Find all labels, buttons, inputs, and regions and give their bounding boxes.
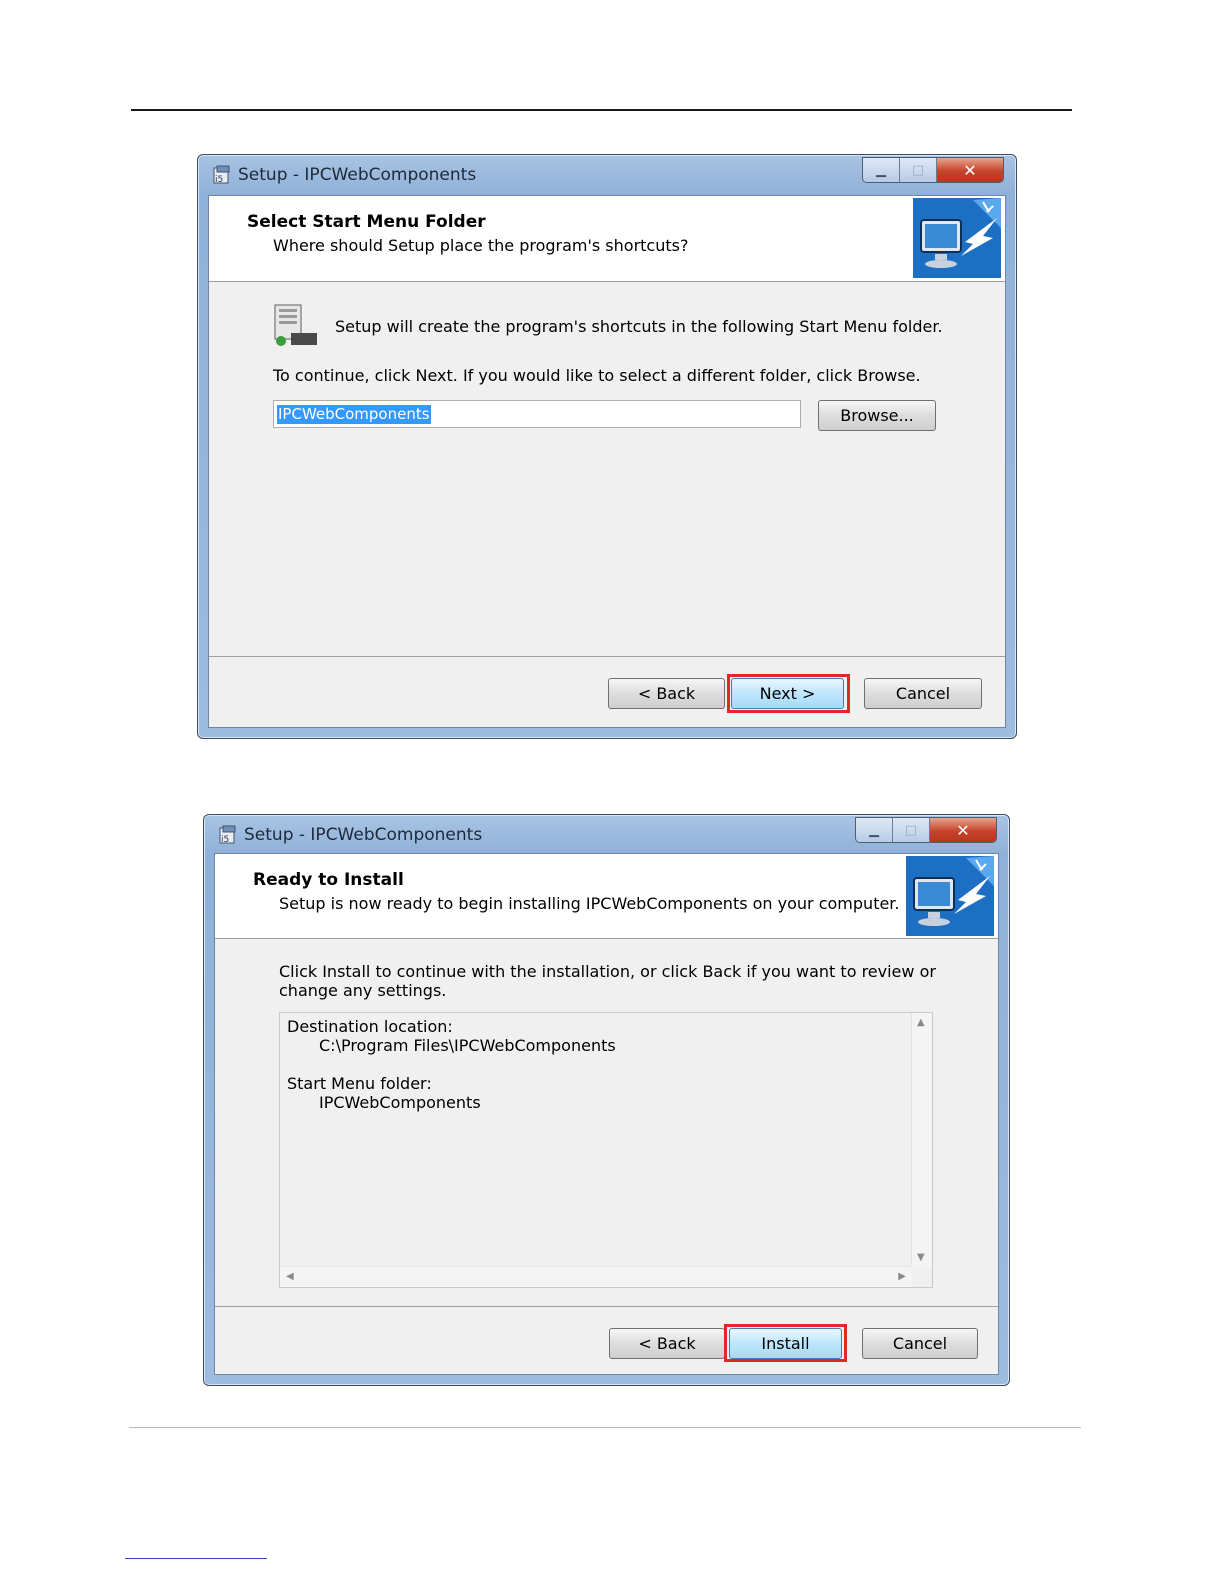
scroll-left-icon[interactable]: ◀ [286,1271,294,1282]
caption-buttons: ▁ □ ✕ [855,817,997,843]
destination-value: C:\Program Files\IPCWebComponents [319,1036,616,1055]
wizard-monitor-icon [906,856,994,936]
horizontal-scrollbar[interactable]: ◀ ▶ [280,1266,912,1287]
minimize-icon[interactable]: ▁ [856,818,893,842]
instruction-line-2: change any settings. [279,981,447,1000]
title-bar[interactable]: i5 Setup - IPCWebComponents ▁ □ ✕ [198,155,1016,195]
svg-text:i5: i5 [215,175,223,185]
page-title: Ready to Install [253,870,404,890]
start-menu-folder-icon [274,304,317,346]
close-icon[interactable]: ✕ [930,818,996,842]
cancel-button[interactable]: Cancel [862,1328,978,1359]
wizard-header: Select Start Menu Folder Where should Se… [209,196,1005,282]
scroll-right-icon[interactable]: ▶ [898,1271,906,1282]
browse-button[interactable]: Browse... [818,400,936,431]
footnote-rule [125,1558,267,1559]
highlight-box [727,674,850,713]
maximize-icon[interactable]: □ [893,818,930,842]
footer-divider [209,656,1005,657]
start-menu-label: Start Menu folder: [287,1074,432,1093]
start-menu-folder-input[interactable]: IPCWebComponents [273,400,801,428]
vertical-scrollbar[interactable]: ▲ ▼ [911,1013,932,1267]
setup-app-icon: i5 [213,165,230,185]
window-title: Setup - IPCWebComponents [244,825,483,845]
back-button[interactable]: < Back [608,678,725,709]
instruction-line-1: Click Install to continue with the insta… [279,962,936,981]
page-title: Select Start Menu Folder [247,212,486,232]
page-subtitle: Setup is now ready to begin installing I… [279,894,900,913]
footer-divider [215,1306,998,1307]
instruction-text: To continue, click Next. If you would li… [273,366,921,385]
wizard-client-area: Ready to Install Setup is now ready to b… [214,853,999,1375]
highlight-box [724,1324,847,1362]
minimize-icon[interactable]: ▁ [863,158,900,182]
back-button[interactable]: < Back [609,1328,725,1359]
start-menu-value: IPCWebComponents [319,1093,481,1112]
wizard-monitor-icon [913,198,1001,278]
folder-input-value: IPCWebComponents [277,405,431,424]
scroll-up-icon[interactable]: ▲ [917,1017,925,1028]
page-top-rule [131,109,1072,111]
page-bottom-rule [129,1427,1081,1428]
setup-window-start-menu: i5 Setup - IPCWebComponents ▁ □ ✕ Select… [197,154,1017,739]
scroll-down-icon[interactable]: ▼ [917,1252,925,1263]
page-subtitle: Where should Setup place the program's s… [273,236,689,255]
wizard-header: Ready to Install Setup is now ready to b… [215,854,998,939]
setup-window-ready: i5 Setup - IPCWebComponents ▁ □ ✕ Ready … [203,814,1010,1386]
title-bar[interactable]: i5 Setup - IPCWebComponents ▁ □ ✕ [204,815,1009,855]
caption-buttons: ▁ □ ✕ [862,157,1004,183]
setup-app-icon: i5 [219,825,236,845]
maximize-icon[interactable]: □ [900,158,937,182]
window-title: Setup - IPCWebComponents [238,165,477,185]
cancel-button[interactable]: Cancel [864,678,982,709]
wizard-client-area: Select Start Menu Folder Where should Se… [208,195,1006,728]
info-text: Setup will create the program's shortcut… [335,317,943,336]
close-icon[interactable]: ✕ [937,158,1003,182]
svg-text:i5: i5 [221,835,229,845]
ready-summary-memo[interactable]: Destination location: C:\Program Files\I… [279,1012,933,1288]
destination-label: Destination location: [287,1017,453,1036]
